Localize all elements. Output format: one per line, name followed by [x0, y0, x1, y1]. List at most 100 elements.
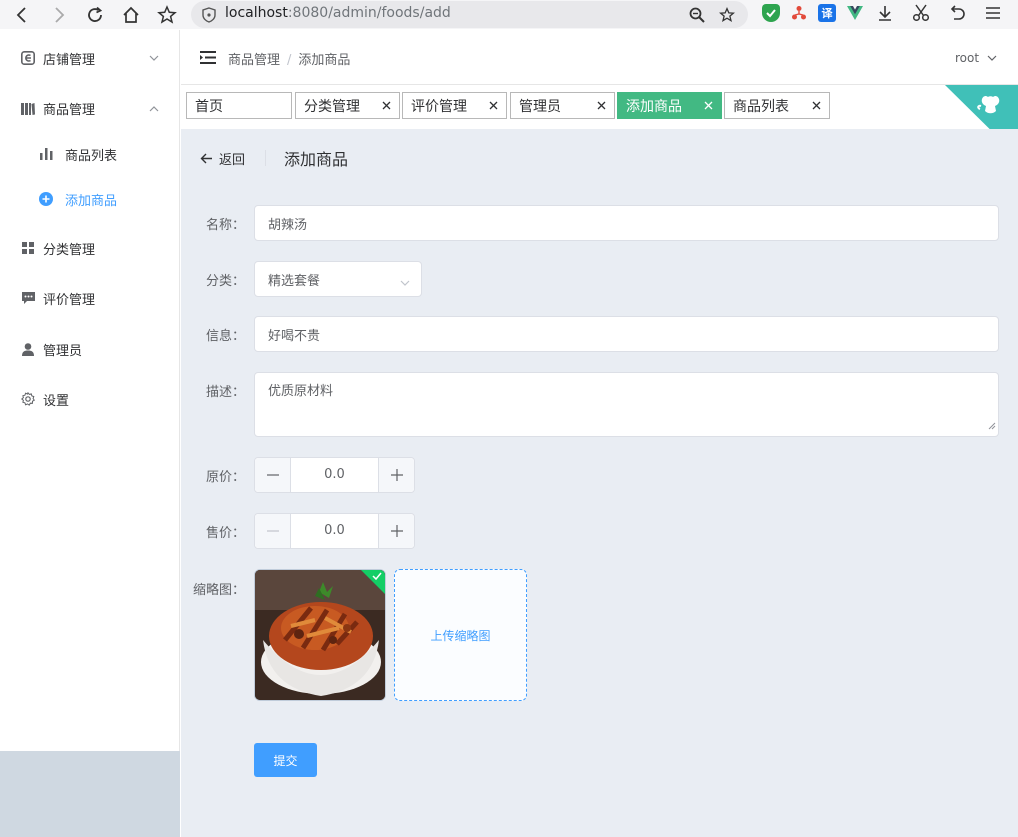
tag-label: 评价管理	[411, 98, 467, 115]
bar-chart-icon	[39, 147, 53, 161]
original-price-stepper[interactable]: 0.0	[254, 457, 415, 493]
zoom-icon[interactable]	[687, 5, 707, 25]
main-content: 返回 添加商品 名称： 胡辣汤 分类： 精选套餐 信息： 好喝不贵 描述： 优质…	[181, 129, 1018, 837]
undo-icon[interactable]	[948, 4, 966, 22]
address-bar[interactable]: localhost:8080/admin/foods/add	[191, 1, 748, 28]
sidebar-item-add-goods[interactable]: 添加商品	[0, 173, 179, 223]
success-check-icon	[361, 570, 385, 598]
tag-add-goods[interactable]: 添加商品	[617, 92, 722, 119]
plus-icon	[390, 525, 403, 537]
chevron-down-icon	[149, 51, 159, 66]
increase-button[interactable]	[378, 458, 414, 492]
plus-icon	[390, 469, 403, 481]
description-label: 描述：	[205, 385, 245, 400]
breadcrumb-item[interactable]: 商品管理	[228, 53, 280, 68]
sidebar-item-label: 商品管理	[43, 103, 96, 118]
tag-reviews[interactable]: 评价管理	[402, 92, 507, 119]
minus-icon	[266, 530, 279, 532]
sidebar-item-reviews[interactable]: 评价管理	[0, 272, 179, 322]
site-shield-icon[interactable]	[202, 7, 216, 27]
sidebar-footer	[0, 751, 180, 837]
tag-label: 分类管理	[304, 98, 360, 115]
scissors-icon[interactable]	[912, 4, 930, 22]
tag-category[interactable]: 分类管理	[295, 92, 400, 119]
original-price-value[interactable]: 0.0	[291, 467, 378, 482]
name-input[interactable]: 胡辣汤	[254, 205, 999, 241]
network-extension-icon[interactable]	[790, 4, 808, 22]
url-text[interactable]: localhost:8080/admin/foods/add	[225, 5, 451, 21]
original-price-label: 原价：	[205, 470, 245, 485]
sidebar-item-label: 商品列表	[65, 149, 118, 164]
sidebar-item-store[interactable]: 店铺管理	[0, 32, 179, 82]
grid-icon	[21, 241, 35, 255]
sidebar-item-admins[interactable]: 管理员	[0, 323, 179, 373]
tag-goods-list[interactable]: 商品列表	[724, 92, 830, 119]
top-header: 商品管理 / 添加商品 root	[181, 30, 1018, 85]
decrease-button[interactable]	[255, 514, 291, 548]
browser-toolbar: localhost:8080/admin/foods/add 译	[0, 0, 1018, 29]
close-icon[interactable]	[594, 98, 608, 112]
download-icon[interactable]	[876, 4, 894, 22]
comment-icon	[21, 291, 35, 305]
close-icon[interactable]	[486, 98, 500, 112]
info-input[interactable]: 好喝不贵	[254, 316, 999, 352]
home-icon[interactable]	[119, 3, 143, 27]
tags-view: 首页 分类管理 评价管理 管理员 添加商品 商品列表	[181, 86, 1018, 129]
sidebar-item-label: 店铺管理	[43, 53, 96, 68]
collapse-menu-icon[interactable]	[200, 51, 216, 68]
tag-label: 管理员	[519, 98, 561, 115]
back-arrow-icon[interactable]	[10, 3, 34, 27]
close-icon[interactable]	[379, 98, 393, 112]
gear-icon	[21, 392, 35, 406]
sidebar-item-label: 设置	[43, 394, 70, 409]
forward-arrow-icon[interactable]	[47, 3, 71, 27]
reload-icon[interactable]	[83, 3, 107, 27]
sidebar-item-label: 管理员	[43, 344, 83, 359]
menu-hamburger-icon[interactable]	[984, 4, 1002, 22]
close-icon[interactable]	[701, 98, 715, 112]
name-label: 名称：	[205, 218, 245, 233]
tag-label: 添加商品	[626, 98, 682, 115]
username[interactable]: root	[955, 51, 979, 65]
sidebar-item-goods[interactable]: 商品管理	[0, 82, 179, 132]
tag-home[interactable]: 首页	[186, 92, 292, 119]
back-button[interactable]: 返回	[200, 149, 245, 168]
user-dropdown[interactable]: root	[955, 51, 997, 65]
tag-label: 首页	[195, 98, 223, 115]
sale-price-value[interactable]: 0.0	[291, 523, 378, 538]
category-select[interactable]: 精选套餐	[254, 261, 422, 297]
vue-devtools-icon[interactable]	[846, 4, 864, 22]
sidebar-item-label: 分类管理	[43, 243, 96, 258]
description-textarea[interactable]: 优质原材料	[254, 372, 999, 437]
page-star-icon[interactable]	[717, 5, 737, 25]
thumbnail-image[interactable]	[254, 569, 386, 701]
info-label: 信息：	[205, 329, 245, 344]
sidebar-item-settings[interactable]: 设置	[0, 373, 179, 423]
decrease-button[interactable]	[255, 458, 291, 492]
upload-thumbnail-button[interactable]: 上传缩略图	[394, 569, 527, 701]
sale-price-stepper[interactable]: 0.0	[254, 513, 415, 549]
shield-check-extension-icon[interactable]	[762, 4, 780, 22]
increase-button[interactable]	[378, 514, 414, 548]
submit-button[interactable]: 提交	[254, 743, 317, 777]
category-label: 分类：	[205, 274, 245, 289]
translate-extension-icon[interactable]: 译	[818, 4, 836, 22]
breadcrumb-item: 添加商品	[298, 53, 351, 68]
close-icon[interactable]	[809, 98, 823, 112]
sidebar: 店铺管理 商品管理 商品列表 添加商品 分类管理 评价管理 管理员 设置	[0, 30, 180, 751]
tag-label: 商品列表	[733, 98, 789, 115]
sidebar-item-category[interactable]: 分类管理	[0, 222, 179, 272]
thumbnail-label: 缩略图：	[192, 583, 245, 598]
breadcrumb: 商品管理 / 添加商品	[228, 53, 351, 68]
user-icon	[21, 342, 35, 356]
resize-grip-icon[interactable]	[988, 419, 996, 434]
tag-admins[interactable]: 管理员	[510, 92, 615, 119]
sidebar-item-label: 添加商品	[65, 194, 118, 209]
store-icon	[21, 51, 35, 65]
info-value: 好喝不贵	[268, 328, 321, 344]
sidebar-item-goods-list[interactable]: 商品列表	[0, 128, 179, 178]
back-label: 返回	[219, 152, 246, 168]
submit-label: 提交	[273, 753, 298, 768]
divider	[265, 150, 267, 166]
bookmark-star-icon[interactable]	[155, 3, 179, 27]
